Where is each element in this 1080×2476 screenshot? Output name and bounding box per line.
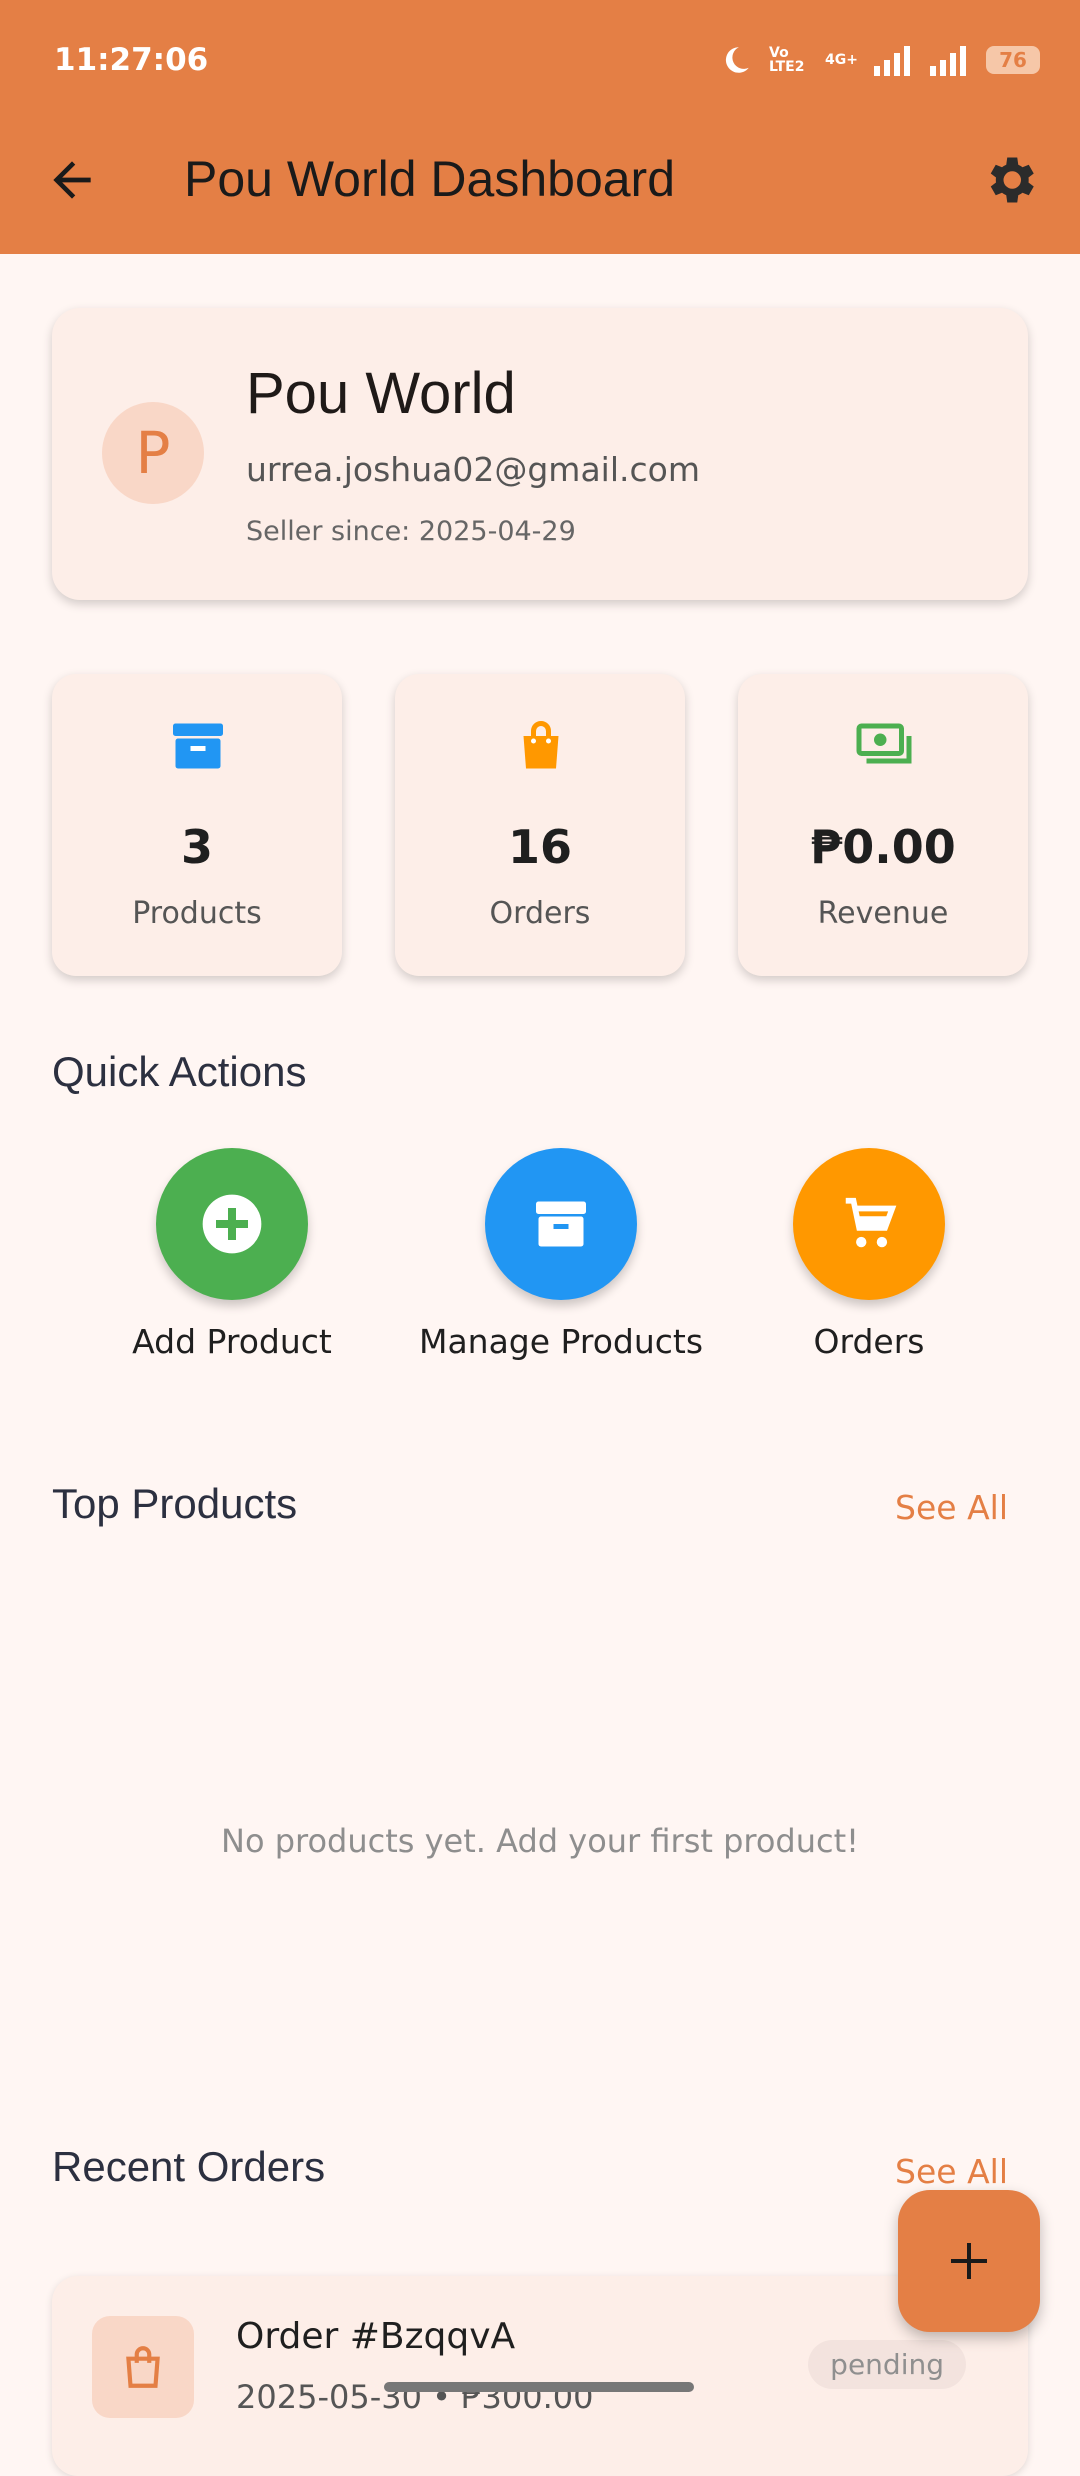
order-icon-box	[92, 2316, 194, 2418]
network-type-label: 4G+	[825, 52, 858, 68]
cart-icon	[845, 1197, 897, 1248]
manage-products-label[interactable]: Manage Products	[401, 1322, 721, 1361]
plus-icon	[951, 2243, 987, 2279]
money-icon	[856, 723, 912, 764]
moon-icon	[725, 47, 749, 73]
quick-actions-title: Quick Actions	[52, 1048, 307, 1095]
add-product-label[interactable]: Add Product	[72, 1322, 392, 1361]
manage-products-button[interactable]	[485, 1148, 637, 1300]
recent-orders-see-all-link[interactable]: See All	[895, 2152, 1008, 2191]
stat-label: Orders	[489, 896, 591, 931]
battery-indicator: 76	[986, 46, 1040, 74]
add-circle-icon	[202, 1194, 262, 1254]
volte-label: Vo LTE2	[769, 45, 805, 75]
seller-profile-card: P Pou World urrea.joshua02@gmail.com Sel…	[52, 308, 1028, 600]
status-badge: pending	[808, 2340, 966, 2389]
shopping-bag-icon	[523, 721, 559, 769]
orders-button[interactable]	[793, 1148, 945, 1300]
stat-card-revenue: ₱0.00 Revenue	[738, 674, 1028, 976]
stat-value: 16	[507, 820, 572, 874]
app-bar: 11:27:06 Vo LTE2 4G+ 76 Pou World Dashbo…	[0, 0, 1080, 254]
stat-value: 3	[180, 820, 213, 874]
archive-icon	[536, 1201, 586, 1247]
stat-card-products: 3 Products	[52, 674, 342, 976]
empty-products-message: No products yet. Add your first product!	[221, 1822, 859, 1860]
shopping-bag-icon	[126, 2346, 160, 2388]
gear-icon[interactable]	[980, 150, 1040, 210]
page-title: Pou World Dashboard	[184, 151, 676, 207]
order-title: Order #BzqqvA	[236, 2316, 516, 2357]
archive-icon	[173, 723, 223, 769]
order-list-item[interactable]: Order #BzqqvA 2025-05-30 • ₱300.00 pendi…	[52, 2276, 1028, 2476]
avatar: P	[102, 402, 204, 504]
stat-value: ₱0.00	[810, 820, 956, 874]
add-product-button[interactable]	[156, 1148, 308, 1300]
seller-email: urrea.joshua02@gmail.com	[246, 450, 700, 489]
back-arrow-icon[interactable]	[44, 152, 100, 208]
add-fab-button[interactable]	[898, 2190, 1040, 2332]
status-time: 11:27:06	[54, 42, 209, 78]
seller-since: Seller since: 2025-04-29	[246, 516, 576, 547]
signal-icon-2	[930, 46, 966, 76]
top-products-see-all-link[interactable]: See All	[895, 1488, 1008, 1527]
recent-orders-title: Recent Orders	[52, 2143, 326, 2190]
top-products-title: Top Products	[52, 1480, 298, 1527]
orders-label[interactable]: Orders	[709, 1322, 1029, 1361]
stat-label: Revenue	[817, 896, 949, 931]
signal-icon	[874, 46, 910, 76]
stat-card-orders: 16 Orders	[395, 674, 685, 976]
home-indicator[interactable]	[384, 2382, 694, 2392]
seller-name: Pou World	[246, 361, 516, 426]
status-icons: Vo LTE2 4G+ 76	[719, 38, 1040, 82]
stat-label: Products	[132, 896, 262, 931]
